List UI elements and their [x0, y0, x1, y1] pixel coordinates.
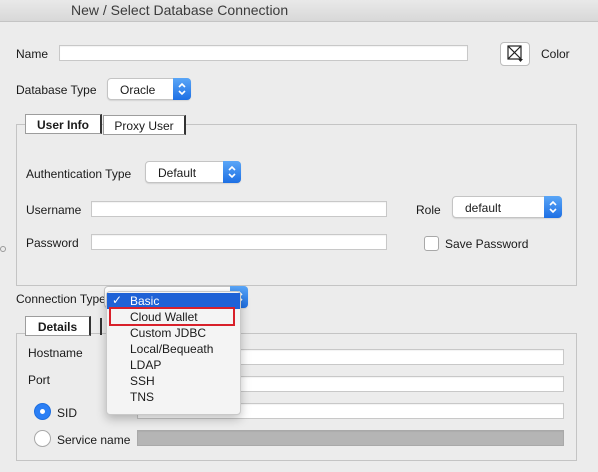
username-field[interactable] [91, 201, 387, 217]
checkmark-icon: ✓ [112, 293, 123, 307]
auth-type-value: Default [158, 166, 197, 180]
menu-item-local-bequeath[interactable]: Local/Bequeath [107, 341, 240, 357]
resize-handle[interactable] [0, 246, 6, 252]
color-button[interactable] [500, 42, 530, 66]
database-type-select[interactable]: Oracle [107, 78, 191, 100]
cloud-wallet-highlight [109, 307, 235, 326]
tab-details[interactable]: Details [25, 316, 91, 336]
save-password-checkbox[interactable] [424, 236, 439, 251]
chevron-updown-icon [223, 161, 241, 183]
password-label: Password [26, 236, 79, 250]
role-select[interactable]: default [452, 196, 562, 218]
role-label: Role [416, 203, 441, 217]
color-label: Color [541, 47, 570, 61]
role-value: default [465, 201, 502, 215]
window-title: New / Select Database Connection [71, 2, 289, 18]
service-name-field [137, 430, 564, 446]
username-label: Username [26, 203, 82, 217]
tab-user-info[interactable]: User Info [25, 114, 102, 134]
service-name-label: Service name [57, 433, 131, 447]
sid-label: SID [57, 406, 78, 420]
port-label: Port [28, 373, 51, 387]
password-field[interactable] [91, 234, 387, 250]
menu-item-ssh[interactable]: SSH [107, 373, 240, 389]
sid-radio[interactable] [34, 403, 51, 420]
chevron-updown-icon [544, 196, 562, 218]
name-label: Name [16, 47, 49, 61]
connection-type-label: Connection Type [16, 292, 106, 306]
chevron-updown-icon [173, 78, 191, 100]
name-field[interactable] [59, 45, 468, 61]
hostname-label: Hostname [28, 346, 83, 360]
service-name-radio[interactable] [34, 430, 51, 447]
save-password-label: Save Password [445, 237, 529, 251]
database-type-label: Database Type [16, 83, 97, 97]
auth-type-select[interactable]: Default [145, 161, 241, 183]
menu-item-ldap[interactable]: LDAP [107, 357, 240, 373]
auth-type-label: Authentication Type [26, 167, 132, 181]
database-type-value: Oracle [120, 83, 156, 97]
menu-item-custom-jdbc[interactable]: Custom JDBC [107, 325, 240, 341]
color-picker-icon [507, 45, 523, 62]
tab-proxy-user[interactable]: Proxy User [103, 115, 186, 135]
menu-item-tns[interactable]: TNS [107, 389, 240, 405]
